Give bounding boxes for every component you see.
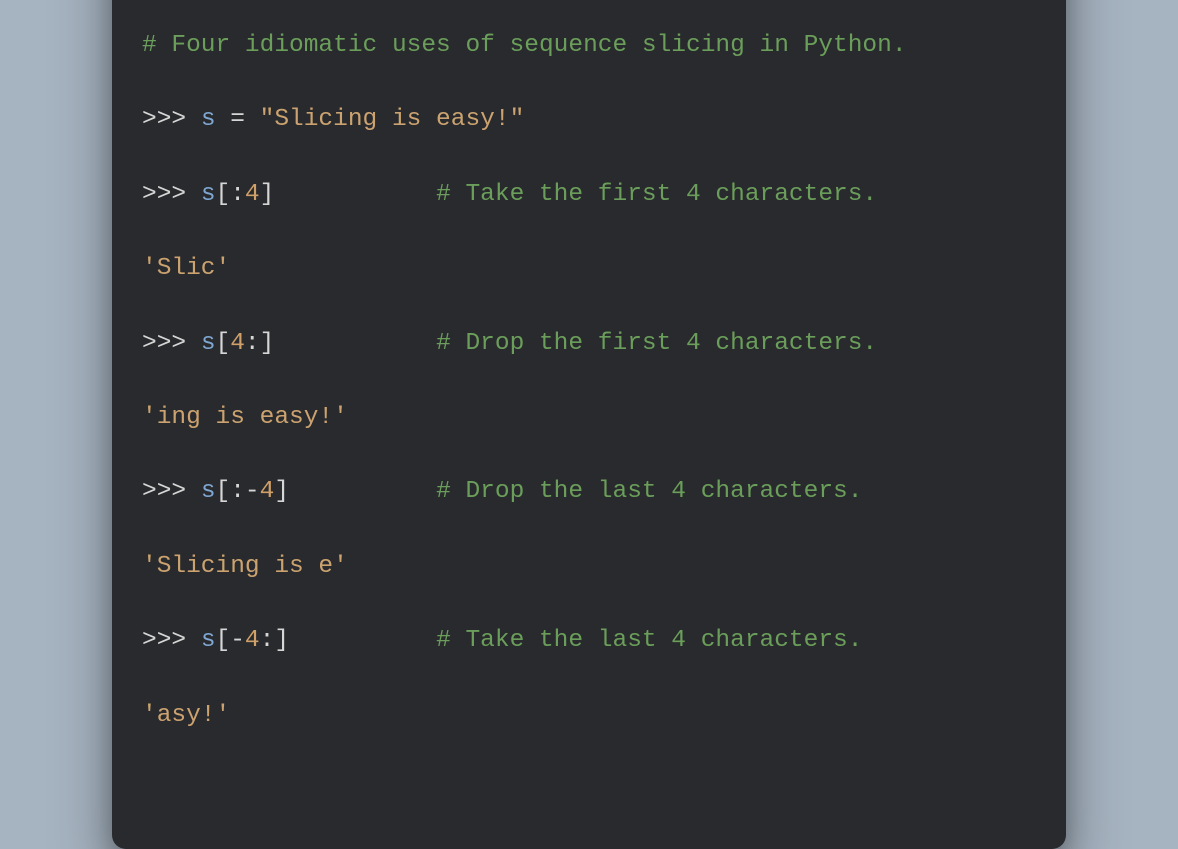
bracket: ] — [274, 478, 289, 505]
code-line: >>> s[-4:] # Take the last 4 characters. — [142, 622, 1036, 659]
repl-prompt: >>> — [142, 478, 201, 505]
code-line: >>> s[4:] # Drop the first 4 characters. — [142, 325, 1036, 362]
padding — [274, 181, 436, 208]
output-string: 'Slic' — [142, 255, 230, 282]
variable: s — [201, 106, 216, 133]
variable: s — [201, 330, 216, 357]
code-line: >>> s = "Slicing is easy!" — [142, 101, 1036, 138]
number: 4 — [245, 181, 260, 208]
padding — [289, 627, 436, 654]
code-line: >>> s[:4] # Take the first 4 characters. — [142, 176, 1036, 213]
number: 4 — [230, 330, 245, 357]
variable: s — [201, 181, 216, 208]
comment-text: # Drop the first 4 characters. — [436, 330, 877, 357]
code-line: >>> s[:-4] # Drop the last 4 characters. — [142, 473, 1036, 510]
comment-text: # Four idiomatic uses of sequence slicin… — [142, 32, 907, 59]
string-literal: "Slicing is easy!" — [260, 106, 525, 133]
number: 4 — [245, 627, 260, 654]
comment-text: # Take the last 4 characters. — [436, 627, 862, 654]
code-block: # Four idiomatic uses of sequence slicin… — [142, 0, 1036, 809]
bracket: [:- — [216, 478, 260, 505]
number: 4 — [260, 478, 275, 505]
repl-prompt: >>> — [142, 106, 201, 133]
code-line: # Four idiomatic uses of sequence slicin… — [142, 27, 1036, 64]
output-string: 'ing is easy!' — [142, 404, 348, 431]
code-line: 'Slic' — [142, 250, 1036, 287]
output-string: 'asy!' — [142, 702, 230, 729]
repl-prompt: >>> — [142, 330, 201, 357]
variable: s — [201, 627, 216, 654]
code-line: 'ing is easy!' — [142, 399, 1036, 436]
terminal-window: # Four idiomatic uses of sequence slicin… — [112, 0, 1066, 849]
bracket: :] — [245, 330, 274, 357]
operator: = — [216, 106, 260, 133]
repl-prompt: >>> — [142, 627, 201, 654]
bracket: [: — [216, 181, 245, 208]
code-line: 'asy!' — [142, 697, 1036, 734]
comment-text: # Take the first 4 characters. — [436, 181, 877, 208]
code-line: 'Slicing is e' — [142, 548, 1036, 585]
comment-text: # Drop the last 4 characters. — [436, 478, 862, 505]
padding — [274, 330, 436, 357]
bracket: :] — [260, 627, 289, 654]
bracket: [ — [216, 330, 231, 357]
output-string: 'Slicing is e' — [142, 553, 348, 580]
variable: s — [201, 478, 216, 505]
bracket: ] — [260, 181, 275, 208]
padding — [289, 478, 436, 505]
repl-prompt: >>> — [142, 181, 201, 208]
bracket: [- — [216, 627, 245, 654]
